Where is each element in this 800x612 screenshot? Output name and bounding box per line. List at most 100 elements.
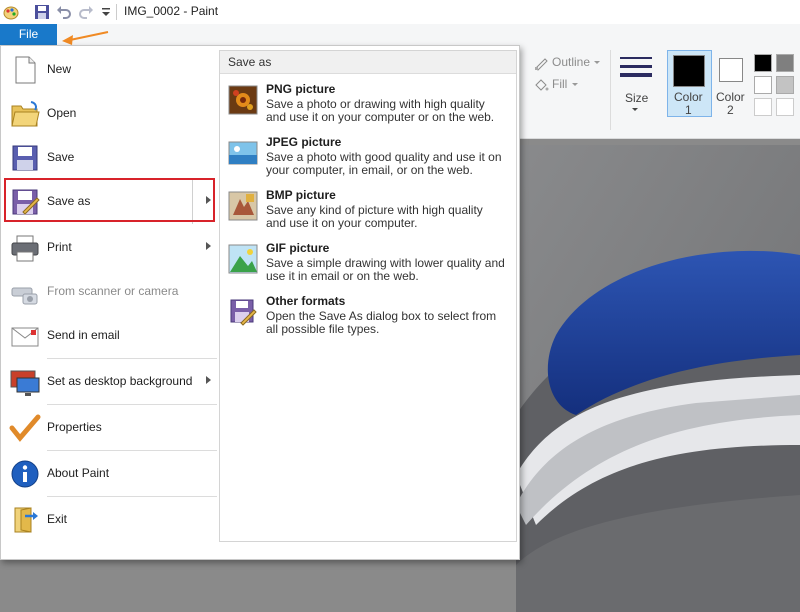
- save-as-gif[interactable]: GIF picture Save a simple drawing with l…: [220, 240, 516, 292]
- menu-item-label: Print: [47, 240, 72, 254]
- menu-item-send-email[interactable]: Send in email: [5, 314, 217, 358]
- palette-swatch-gray[interactable]: [776, 54, 794, 72]
- menu-item-exit[interactable]: Exit: [5, 498, 217, 542]
- menu-separator: [47, 496, 217, 497]
- palette-swatch-black[interactable]: [754, 54, 772, 72]
- exit-icon: [14, 507, 38, 533]
- menu-item-label: Save: [47, 150, 75, 164]
- email-icon: [11, 327, 39, 347]
- ribbon-divider: [610, 50, 611, 130]
- menu-separator: [47, 404, 217, 405]
- menu-item-new[interactable]: New: [5, 48, 217, 92]
- file-menu: New Open Save Save as Print From scanner…: [0, 45, 520, 560]
- bmp-picture-icon: [228, 191, 258, 221]
- gif-picture-icon: [228, 244, 258, 274]
- palette-swatch-white[interactable]: [754, 76, 772, 94]
- save-disk-icon: [12, 145, 38, 171]
- size-line-medium-icon: [620, 65, 652, 68]
- save-as-option-desc: Open the Save As dialog box to select fr…: [266, 309, 497, 336]
- color2-swatch: [719, 58, 743, 82]
- menu-item-label: About Paint: [47, 466, 110, 480]
- outline-icon: [535, 58, 548, 71]
- menu-item-label: Open: [47, 106, 77, 120]
- color2-label-line2: 2: [727, 103, 734, 117]
- file-tab[interactable]: File: [0, 24, 57, 45]
- color1-label-line2: 1: [685, 103, 692, 117]
- printer-icon: [11, 235, 39, 262]
- save-as-png[interactable]: PNG picture Save a photo or drawing with…: [220, 81, 516, 133]
- undo-icon[interactable]: [56, 4, 72, 20]
- properties-checkmark-icon: [9, 414, 41, 442]
- menu-item-print[interactable]: Print: [5, 226, 217, 270]
- color1-swatch: [673, 55, 705, 87]
- window-title: IMG_0002 - Paint: [124, 4, 219, 18]
- color2-label-line1: Color: [716, 90, 745, 104]
- redo-icon[interactable]: [78, 4, 94, 20]
- palette-swatch-empty[interactable]: [754, 98, 772, 116]
- size-dropdown-icon: [632, 108, 638, 111]
- fill-icon: [535, 79, 549, 91]
- menu-item-about[interactable]: About Paint: [5, 452, 217, 496]
- submenu-arrow-icon[interactable]: [206, 242, 211, 250]
- car-seat-photo: [516, 145, 800, 612]
- jpeg-picture-icon: [228, 141, 258, 165]
- color1-label-line1: Color: [674, 90, 703, 104]
- save-as-highlight-box: [4, 178, 215, 222]
- menu-separator: [47, 450, 217, 451]
- color2-button[interactable]: Color 2: [713, 51, 749, 117]
- outline-button[interactable]: Outline: [552, 55, 590, 69]
- save-as-option-title: JPEG picture: [266, 135, 342, 149]
- save-as-option-desc: Save a photo with good quality and use i…: [266, 150, 502, 177]
- menu-item-label: Send in email: [47, 328, 120, 342]
- save-icon[interactable]: [34, 4, 50, 20]
- title-bar: IMG_0002 - Paint: [0, 0, 800, 24]
- scanner-camera-icon: [11, 287, 38, 305]
- save-as-bmp[interactable]: BMP picture Save any kind of picture wit…: [220, 187, 516, 239]
- image-canvas[interactable]: [516, 145, 800, 612]
- size-line-thin-icon: [620, 57, 652, 59]
- size-button[interactable]: Size: [616, 51, 656, 131]
- color1-button[interactable]: Color 1: [667, 50, 712, 117]
- desktop-background-icon: [10, 370, 40, 396]
- save-as-option-title: Other formats: [266, 294, 346, 308]
- color-palette: [752, 52, 800, 116]
- size-line-thick-icon: [620, 73, 652, 77]
- menu-item-label: Set as desktop background: [47, 374, 193, 388]
- file-menu-commands: New Open Save Save as Print From scanner…: [1, 46, 218, 559]
- palette-swatch-light-gray[interactable]: [776, 76, 794, 94]
- save-as-option-desc: Save any kind of picture with high quali…: [266, 203, 483, 230]
- annotation-arrow-icon: [62, 31, 109, 45]
- save-as-option-title: PNG picture: [266, 82, 336, 96]
- menu-item-label: New: [47, 62, 72, 76]
- menu-item-label: Properties: [47, 420, 102, 434]
- submenu-header: Save as: [220, 51, 516, 74]
- fill-button[interactable]: Fill: [552, 77, 567, 91]
- menu-item-desktop-background[interactable]: Set as desktop background: [5, 360, 217, 404]
- menu-item-label: Exit: [47, 512, 68, 526]
- menu-item-properties[interactable]: Properties: [5, 406, 217, 450]
- submenu-arrow-icon[interactable]: [206, 376, 211, 384]
- open-folder-icon: [11, 101, 40, 127]
- menu-item-label: From scanner or camera: [47, 284, 179, 298]
- menu-item-open[interactable]: Open: [5, 92, 217, 136]
- new-document-icon: [15, 56, 36, 84]
- fill-dropdown-icon[interactable]: [572, 83, 578, 86]
- save-as-option-desc: Save a simple drawing with lower quality…: [266, 256, 505, 283]
- info-icon: [11, 460, 39, 488]
- outline-dropdown-icon[interactable]: [594, 61, 600, 64]
- save-as-submenu: Save as PNG picture Save a photo or draw…: [219, 50, 517, 542]
- customize-toolbar-chevron-icon[interactable]: [98, 4, 114, 20]
- save-as-option-desc: Save a photo or drawing with high qualit…: [266, 97, 495, 124]
- menu-item-save[interactable]: Save: [5, 136, 217, 180]
- save-as-option-title: BMP picture: [266, 188, 336, 202]
- other-formats-icon: [230, 299, 257, 326]
- menu-item-from-scanner: From scanner or camera: [5, 270, 217, 314]
- size-label: Size: [625, 91, 649, 105]
- palette-swatch-empty[interactable]: [776, 98, 794, 116]
- save-as-other-formats[interactable]: Other formats Open the Save As dialog bo…: [220, 293, 516, 345]
- save-as-jpeg[interactable]: JPEG picture Save a photo with good qual…: [220, 134, 516, 186]
- submenu-header-label: Save as: [228, 55, 272, 69]
- title-divider: [116, 4, 117, 20]
- save-as-option-title: GIF picture: [266, 241, 330, 255]
- menu-separator: [47, 358, 217, 359]
